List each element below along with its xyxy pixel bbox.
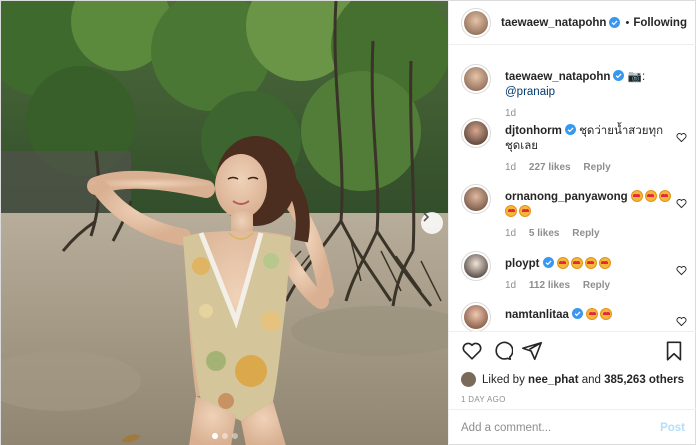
post-side-panel: taewaew_natapohn • Following taewaew_nat… (448, 1, 696, 445)
next-slide-button[interactable] (421, 212, 443, 234)
comments-list: taewaew_natapohn 📷: @pranaip 1d djtonhor… (449, 46, 696, 331)
add-comment-bar: Post (449, 409, 696, 445)
following-button[interactable]: Following (633, 17, 687, 29)
heart-eyes-emoji-icon (644, 190, 657, 202)
commenter-username[interactable]: djtonhorm (505, 125, 562, 137)
verified-badge-icon (542, 257, 554, 268)
comment-emojis (556, 257, 613, 270)
verified-badge-icon (564, 124, 576, 135)
comment-icon[interactable] (491, 340, 513, 362)
caption-time: 1d (505, 108, 517, 119)
follow-separator: • (625, 16, 630, 29)
heart-eyes-emoji-icon (505, 205, 517, 217)
heart-eyes-emoji-icon (598, 257, 611, 269)
likes-others[interactable]: 385,263 others (604, 374, 684, 386)
heart-eyes-emoji-icon (658, 190, 671, 202)
post-comment-button[interactable]: Post (660, 422, 685, 434)
liker-username[interactable]: nee_phat (528, 374, 579, 386)
verified-badge-icon (613, 70, 625, 81)
comment-likes[interactable]: 112 likes (529, 280, 570, 291)
author-avatar[interactable] (461, 7, 491, 38)
heart-eyes-emoji-icon (570, 257, 583, 269)
heart-eyes-emoji-icon (600, 308, 613, 320)
likes-prefix: Liked by (482, 373, 525, 386)
caption-text: 📷: (627, 71, 646, 83)
reply-button[interactable]: Reply (583, 162, 610, 173)
carousel-dots (1, 433, 448, 439)
caption-username[interactable]: taewaew_natapohn (505, 71, 610, 83)
heart-eyes-emoji-icon (586, 308, 599, 320)
heart-eyes-emoji-icon (630, 190, 643, 202)
caption-avatar[interactable] (461, 64, 491, 94)
heart-icon[interactable] (676, 132, 687, 143)
commenter-username[interactable]: ornanong_panyawong (505, 191, 628, 203)
comment-time: 1d (505, 162, 517, 173)
comment-likes[interactable]: 5 likes (529, 228, 560, 239)
carousel-dot-2 (221, 433, 228, 439)
likes-conjunction: and (581, 373, 601, 386)
carousel-dot-3 (231, 433, 238, 439)
commenter-avatar[interactable] (461, 251, 491, 281)
comment-input[interactable] (461, 422, 661, 434)
heart-icon[interactable] (461, 340, 483, 362)
likes-summary: Liked by nee_phat and 385,263 others (461, 372, 685, 387)
chevron-right-icon (423, 212, 430, 222)
post-photo[interactable] (1, 1, 448, 445)
verified-badge-icon (609, 17, 621, 28)
bookmark-icon[interactable] (663, 340, 685, 362)
comment-time: 1d (505, 228, 517, 239)
share-icon[interactable] (521, 340, 543, 362)
commenter-avatar[interactable] (461, 302, 491, 331)
heart-icon[interactable] (676, 316, 687, 327)
carousel-dot-1 (211, 433, 218, 439)
author-username[interactable]: taewaew_natapohn (501, 17, 606, 29)
comment-likes[interactable]: 227 likes (529, 162, 571, 173)
commenter-avatar[interactable] (461, 118, 491, 148)
verified-badge-icon (571, 308, 583, 319)
post-timestamp[interactable]: 1 DAY AGO (461, 395, 685, 404)
post-actions: Liked by nee_phat and 385,263 others 1 D… (449, 331, 696, 404)
liker-avatar[interactable] (461, 372, 476, 387)
commenter-username[interactable]: ploypt (505, 258, 540, 270)
heart-eyes-emoji-icon (519, 205, 531, 217)
heart-eyes-emoji-icon (556, 257, 569, 269)
photo-illustration (1, 1, 448, 445)
reply-button[interactable]: Reply (583, 280, 610, 291)
instagram-post: taewaew_natapohn • Following taewaew_nat… (0, 0, 696, 445)
heart-eyes-emoji-icon (584, 257, 597, 269)
heart-icon[interactable] (676, 265, 687, 276)
commenter-username[interactable]: namtanlitaa (505, 309, 569, 321)
caption-mention[interactable]: @pranaip (505, 86, 555, 98)
post-header: taewaew_natapohn • Following (449, 1, 696, 45)
comment-emojis (586, 308, 614, 321)
reply-button[interactable]: Reply (572, 228, 599, 239)
commenter-avatar[interactable] (461, 184, 491, 214)
comment-time: 1d (505, 280, 517, 291)
heart-icon[interactable] (676, 198, 687, 209)
